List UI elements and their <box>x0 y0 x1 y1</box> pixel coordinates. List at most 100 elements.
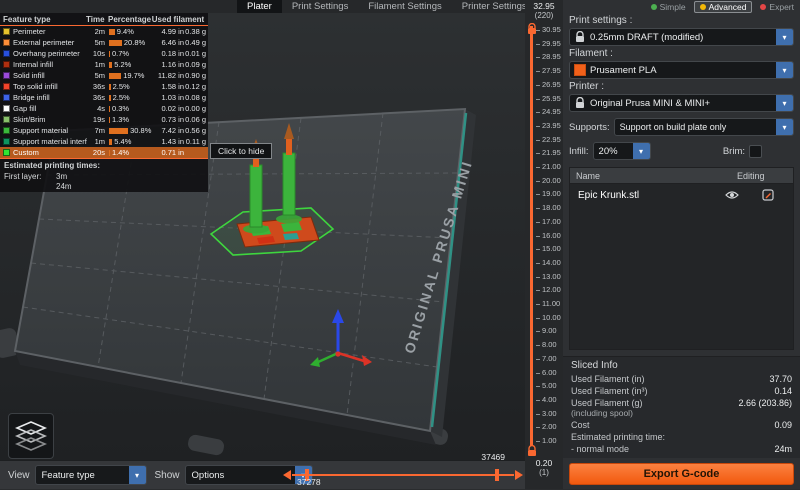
feature-color-swatch <box>3 28 10 35</box>
feature-percentage: 20.8% <box>105 38 151 47</box>
sliced-info-row: Used Filament (in)37.70 <box>571 374 792 384</box>
slider-upper-handle[interactable] <box>495 469 499 481</box>
viewport-area[interactable]: ORIGINAL PRUSA MINI <box>0 13 525 460</box>
print-settings-combo[interactable]: 0.25mm DRAFT (modified) ▾ <box>569 28 794 46</box>
percentage-text: 9.4% <box>117 27 134 36</box>
supports-select[interactable]: Support on build plate only ▾ <box>614 118 794 136</box>
percentage-bar <box>109 150 110 156</box>
percentage-bar <box>109 62 112 68</box>
printer-combo[interactable]: Original Prusa MINI & MINI+ ▾ <box>569 94 794 112</box>
feature-length: 1.16 in <box>151 60 184 69</box>
ruler-tick <box>536 290 540 291</box>
feature-name: Support material interface <box>13 137 87 146</box>
tab-bar-group: PlaterPrint SettingsFilament SettingsPri… <box>237 0 537 13</box>
mode-dot-icon <box>651 4 657 10</box>
ruler-tick <box>536 181 540 182</box>
chevron-down-icon[interactable]: ▾ <box>129 466 146 484</box>
legend-row[interactable]: Perimeter2m9.4%4.99 in0.38 g <box>0 26 208 37</box>
object-row[interactable]: Epic Krunk.stl <box>570 184 793 206</box>
sliced-info-rows: Used Filament (in)37.70 Used Filament (in… <box>571 374 792 454</box>
legend-row[interactable]: Skirt/Brim19s1.3%0.73 in0.06 g <box>0 114 208 125</box>
ruler-tick-label: 11.00 <box>542 300 560 308</box>
feature-length: 6.46 in <box>151 38 184 47</box>
mode-button-expert[interactable]: Expert <box>760 2 794 12</box>
total-time-value: 24m <box>56 182 72 191</box>
sliced-info-row: Used Filament (in³)0.14 <box>571 386 792 396</box>
legend-row[interactable]: Support material interface1m5.4%1.43 in0… <box>0 136 208 147</box>
filament-label: Filament : <box>569 48 794 59</box>
infill-select[interactable]: 20% ▾ <box>593 142 651 160</box>
ruler-tick-label: 6.00 <box>542 369 557 377</box>
chevron-down-icon[interactable]: ▾ <box>633 143 650 159</box>
legend-row[interactable]: Internal infill1m5.2%1.16 in0.09 g <box>0 59 208 70</box>
ruler-tick <box>536 359 540 360</box>
legend-header-used: Used filament <box>150 15 208 24</box>
chevron-down-icon[interactable]: ▾ <box>776 95 793 111</box>
feature-name: Custom <box>13 148 87 157</box>
eye-icon[interactable] <box>721 190 743 200</box>
legend-row[interactable]: Top solid infill36s2.5%1.58 in0.12 g <box>0 81 208 92</box>
ruler-tick <box>536 400 540 401</box>
ruler-tick-label: 8.00 <box>542 341 557 349</box>
ruler-tick <box>536 194 540 195</box>
ruler-tick-label: 18.00 <box>542 204 561 212</box>
feature-weight: 0.09 g <box>184 60 208 69</box>
percentage-bar <box>109 84 111 90</box>
object-table-header: Name Editing <box>569 167 794 183</box>
sliced-info-label: Used Filament (g)(including spool) <box>571 398 643 418</box>
print-settings-value: 0.25mm DRAFT (modified) <box>590 32 776 43</box>
ruler-tick <box>536 318 540 319</box>
view-select[interactable]: Feature type ▾ <box>35 465 147 485</box>
sliced-info-label: Used Filament (in³) <box>571 386 648 396</box>
click-to-hide-tooltip: Click to hide <box>210 143 272 159</box>
object-list[interactable]: Epic Krunk.stl <box>569 183 794 350</box>
percentage-text: 2.5% <box>113 93 130 102</box>
tab-filament-settings[interactable]: Filament Settings <box>358 0 451 13</box>
mode-switch: Simple Advanced Expert <box>569 1 794 13</box>
legend-row[interactable]: Overhang perimeter10s0.7%0.18 in0.01 g <box>0 48 208 59</box>
feature-length: 1.58 in <box>151 82 184 91</box>
feature-weight: 0.00 g <box>184 104 208 113</box>
export-gcode-button[interactable]: Export G-code <box>569 463 794 485</box>
brim-checkbox[interactable] <box>749 145 762 158</box>
ruler-tick <box>536 373 540 374</box>
lock-icon[interactable] <box>526 444 538 456</box>
feature-percentage: 1.3% <box>105 115 151 124</box>
slider-left-arrow-icon[interactable] <box>283 470 291 480</box>
moves-slider[interactable]: 37469 37278 <box>283 461 523 490</box>
mode-button-advanced[interactable]: Advanced <box>694 1 753 13</box>
feature-name: External perimeter <box>13 38 87 47</box>
tab-print-settings[interactable]: Print Settings <box>282 0 359 13</box>
legend-row[interactable]: Gap fill4s0.3%0.02 in0.00 g <box>0 103 208 114</box>
tab-plater[interactable]: Plater <box>237 0 282 13</box>
feature-length: 0.73 in <box>151 115 184 124</box>
feature-name: Overhang perimeter <box>13 49 87 58</box>
chevron-down-icon[interactable]: ▾ <box>776 29 793 45</box>
feature-time: 2m <box>87 27 105 36</box>
legend-row[interactable]: Support material7m30.8%7.42 in0.56 g <box>0 125 208 136</box>
slider-track[interactable] <box>292 474 514 476</box>
percentage-text: 5.4% <box>114 137 131 146</box>
legend-row[interactable]: Custom20s1.4%0.71 in <box>0 147 208 158</box>
legend-toggle-button[interactable] <box>8 413 54 459</box>
chevron-down-icon[interactable]: ▾ <box>776 119 793 135</box>
ruler-tick-label: 16.00 <box>542 232 561 240</box>
feature-color-swatch <box>3 50 10 57</box>
tab-printer-settings[interactable]: Printer Settings <box>452 0 537 13</box>
support-tower-right <box>283 153 295 215</box>
legend-row[interactable]: External perimeter5m20.8%6.46 in0.49 g <box>0 37 208 48</box>
edit-object-icon[interactable] <box>743 189 793 201</box>
mode-button-simple[interactable]: Simple <box>651 2 686 12</box>
feature-length: 1.03 in <box>151 93 184 102</box>
supports-value: Support on build plate only <box>615 122 776 132</box>
feature-time: 20s <box>87 148 105 157</box>
sliced-info-sublabel: (including spool) <box>571 408 633 418</box>
legend-row[interactable]: Solid infill5m19.7%11.82 in0.90 g <box>0 70 208 81</box>
legend-row[interactable]: Bridge infill36s2.5%1.03 in0.08 g <box>0 92 208 103</box>
slider-right-arrow-icon[interactable] <box>515 470 523 480</box>
layer-slider[interactable]: 32.95 (220) 30.9529.9528.9527.9526.9525.… <box>525 0 563 489</box>
filament-combo[interactable]: Prusament PLA ▾ <box>569 61 794 79</box>
chevron-down-icon[interactable]: ▾ <box>776 62 793 78</box>
feature-weight: 0.38 g <box>184 27 208 36</box>
ruler-tick <box>536 331 540 332</box>
